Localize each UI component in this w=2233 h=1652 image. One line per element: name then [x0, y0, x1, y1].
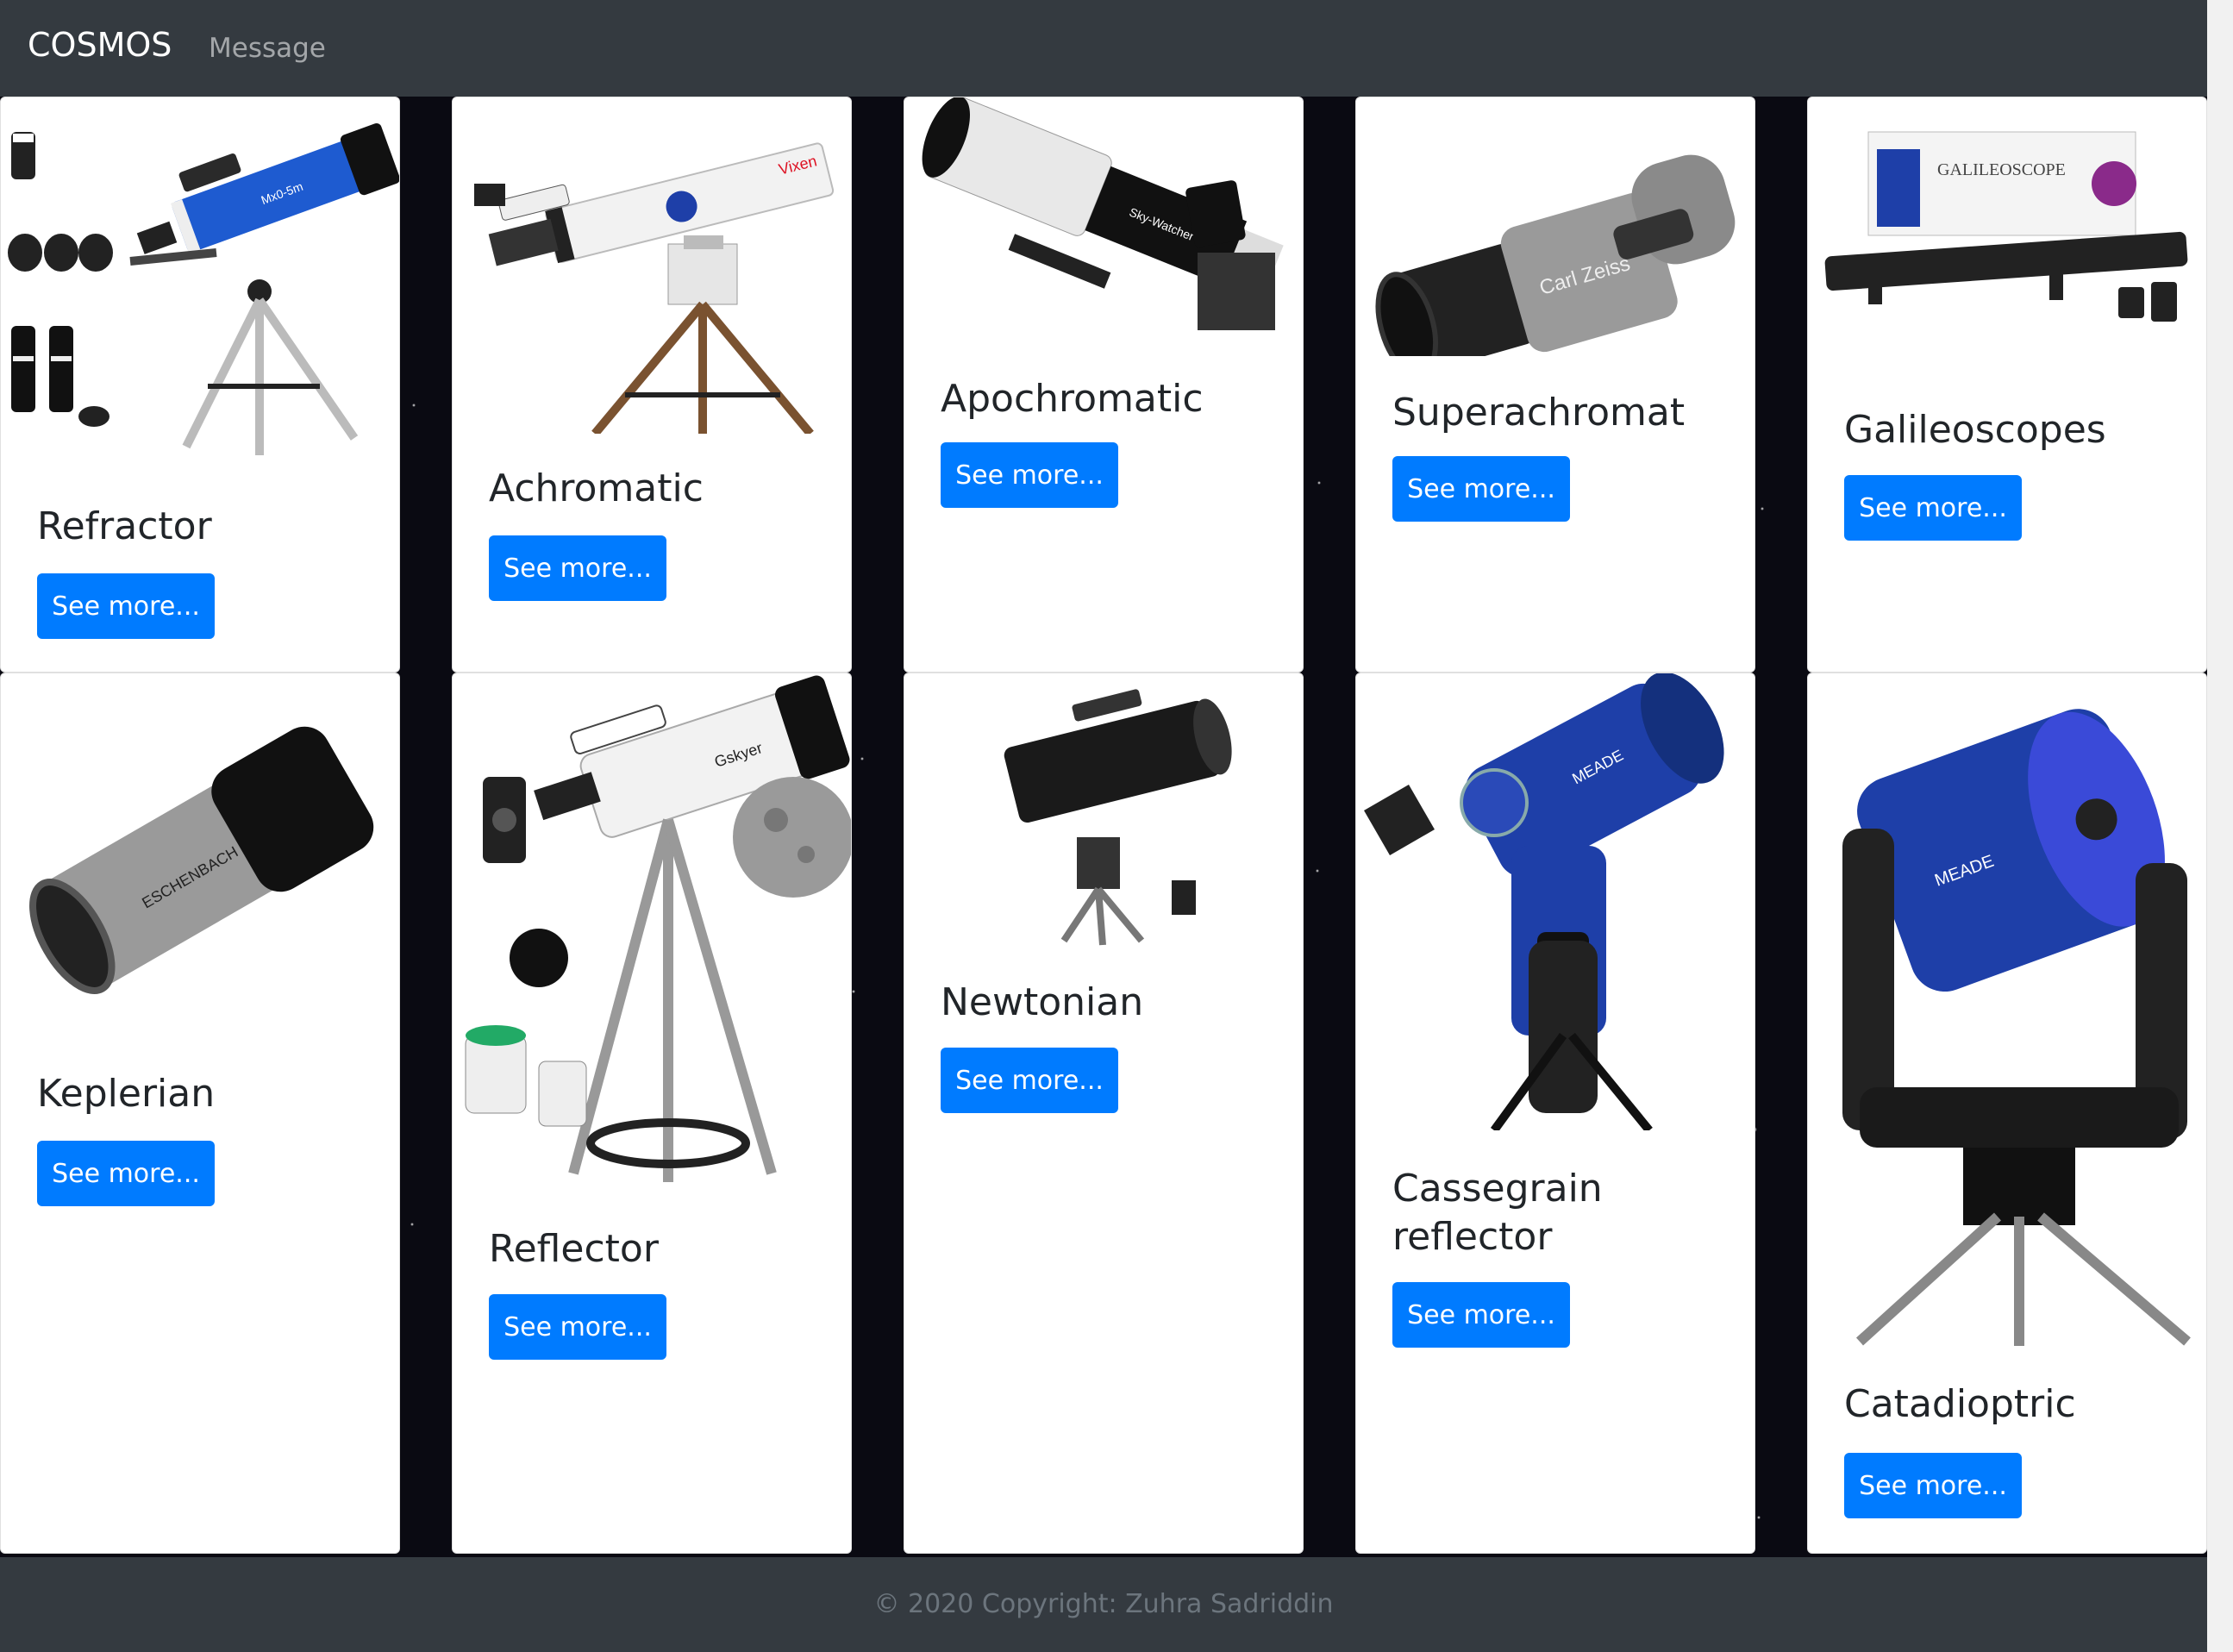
achromatic-telescope-image: Vixen [474, 142, 835, 434]
see-more-button[interactable]: See more... [1844, 475, 2022, 541]
brand-link[interactable]: COSMOS [28, 26, 172, 64]
refractor-telescope-image: Mx0-5m [8, 122, 399, 455]
footer: © 2020 Copyright: Zuhra Sadriddin [0, 1557, 2207, 1652]
cassegrain-telescope-image: MEADE [1364, 673, 1724, 1130]
superachromat-spotting-scope-image: Carl Zeiss [1375, 154, 1736, 356]
card-title: Cassegrain reflector [1392, 1167, 1603, 1259]
card-title: Reflector [489, 1227, 659, 1271]
card-title: Refractor [37, 504, 212, 548]
card-reflector: Gskyer Reflector See more... [452, 673, 852, 1554]
card-title: Superachromat [1392, 391, 1686, 435]
card-title: Catadioptric [1844, 1382, 2076, 1426]
card-keplerian: ESCHENBACH Keplerian See more... [0, 673, 400, 1554]
see-more-button[interactable]: See more... [1392, 456, 1570, 522]
see-more-button[interactable]: See more... [37, 1141, 215, 1206]
see-more-button[interactable]: See more... [1844, 1453, 2022, 1518]
see-more-button[interactable]: See more... [489, 1294, 666, 1360]
apochromatic-telescope-image: Sky-Watcher [922, 97, 1284, 330]
card-apochromatic: Sky-Watcher Apochromatic See more... [904, 97, 1304, 673]
card-title: Apochromatic [941, 377, 1204, 421]
see-more-button[interactable]: See more... [941, 442, 1118, 508]
card-title: Galileoscopes [1844, 408, 2106, 452]
card-title: Keplerian [37, 1072, 216, 1116]
card-title: Achromatic [489, 466, 704, 510]
card-galileoscopes: GALILEOSCOPE Galileoscopes See more... [1807, 97, 2207, 673]
see-more-button[interactable]: See more... [489, 535, 666, 601]
card-refractor: Mx0-5m Refractor See more... [0, 97, 400, 673]
card-cassegrain-reflector: MEADE Cassegrain reflector See more... [1355, 673, 1755, 1554]
keplerian-monocular-image: ESCHENBACH [29, 726, 374, 994]
footer-copyright: © 2020 Copyright: Zuhra Sadriddin [873, 1589, 1334, 1619]
nav-link-message[interactable]: Message [209, 33, 326, 64]
card-title: Newtonian [941, 980, 1144, 1024]
card-achromatic: Vixen Achromatic See more... [452, 97, 852, 673]
see-more-button[interactable]: See more... [941, 1048, 1118, 1113]
see-more-button[interactable]: See more... [37, 573, 215, 639]
navbar: COSMOS Message [0, 0, 2207, 97]
catadioptric-telescope-image: MEADE [1842, 709, 2191, 1346]
scrollbar-gutter [2207, 0, 2233, 1652]
galileoscope-kit-image: GALILEOSCOPE [1824, 131, 2188, 322]
galileoscope-brand-text: GALILEOSCOPE [1937, 160, 2066, 179]
card-newtonian: Newtonian See more... [904, 673, 1304, 1554]
reflector-telescope-image: Gskyer [465, 675, 851, 1182]
newtonian-telescope-image [1004, 689, 1232, 946]
see-more-button[interactable]: See more... [1392, 1282, 1570, 1348]
card-catadioptric: MEADE Catadioptric See more... [1807, 673, 2207, 1554]
card-superachromat: Carl Zeiss Superachromat See more... [1355, 97, 1755, 673]
